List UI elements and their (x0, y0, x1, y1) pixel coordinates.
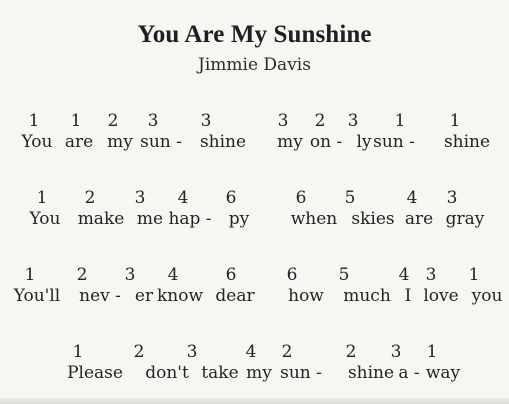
note-number: 1 (72, 342, 84, 362)
lyric-syllable: love (423, 286, 459, 306)
lyric-syllable: how (288, 286, 324, 306)
lyric-syllable: You'll (13, 286, 61, 306)
note-number: 4 (177, 188, 189, 208)
note-number: 2 (76, 265, 88, 285)
lyric-syllable: when (290, 209, 338, 229)
note-number: 1 (449, 111, 461, 131)
note-number: 2 (345, 342, 357, 362)
lyric-syllable: skies (351, 209, 395, 229)
note-number: 2 (84, 188, 96, 208)
note-number: 3 (134, 188, 146, 208)
note-number: 6 (295, 188, 307, 208)
note-number: 1 (70, 111, 82, 131)
lyrics-sheet: You Are My Sunshine Jimmie Davis 1 1 2 3 3 3 2… (0, 0, 509, 404)
note-number: 3 (390, 342, 402, 362)
note-number: 3 (200, 111, 212, 131)
lyric-syllable: my (107, 132, 133, 152)
note-number: 4 (167, 265, 179, 285)
note-number: 3 (124, 265, 136, 285)
lyric-syllable: er (134, 286, 154, 306)
note-number: 6 (225, 265, 237, 285)
lyric-syllable: You (29, 209, 61, 229)
lyric-syllable: sun - (373, 132, 415, 152)
note-number: 4 (406, 188, 418, 208)
note-number: 3 (446, 188, 458, 208)
lyric-syllable: sun - (280, 363, 322, 383)
lyric-syllable: way (425, 363, 461, 383)
lyric-syllable: py (228, 209, 250, 229)
lyric-syllable: me (136, 209, 164, 229)
note-number: 3 (147, 111, 159, 131)
lyric-syllable: sun - (140, 132, 182, 152)
note-number: 5 (344, 188, 356, 208)
note-number: 3 (425, 265, 437, 285)
lyric-syllable: dear (215, 286, 255, 306)
note-number: 3 (277, 111, 289, 131)
note-number: 4 (245, 342, 257, 362)
note-number: 2 (133, 342, 145, 362)
lyric-syllable: my (246, 363, 272, 383)
lyric-syllable: ly (356, 132, 372, 152)
lyric-syllable: don't (145, 363, 189, 383)
lyric-syllable: on - (309, 132, 343, 152)
lyric-syllable: you (471, 286, 503, 306)
lyric-syllable: You (21, 132, 53, 152)
lyric-syllable: are (64, 132, 94, 152)
lyric-syllable: shine (199, 132, 247, 152)
note-number: 1 (426, 342, 438, 362)
lyric-syllable: shine (443, 132, 491, 152)
lyric-syllable: nev - (79, 286, 121, 306)
note-number: 3 (186, 342, 198, 362)
note-number: 1 (394, 111, 406, 131)
lyric-syllable: my (277, 132, 303, 152)
note-number: 1 (24, 265, 36, 285)
lyric-syllable: Please (67, 363, 123, 383)
page-bottom-edge (0, 398, 509, 404)
lyric-syllable: a - (398, 363, 420, 383)
note-number: 2 (281, 342, 293, 362)
note-number: 6 (225, 188, 237, 208)
lyric-syllable: are (404, 209, 434, 229)
note-number: 2 (107, 111, 119, 131)
note-number: 5 (338, 265, 350, 285)
note-number: 4 (398, 265, 410, 285)
note-number: 2 (314, 111, 326, 131)
note-number: 1 (28, 111, 40, 131)
note-number: 3 (347, 111, 359, 131)
note-number: 6 (286, 265, 298, 285)
composer-name: Jimmie Davis (198, 55, 311, 75)
lyric-syllable: I (404, 286, 412, 306)
lyric-syllable: make (77, 209, 125, 229)
lyric-syllable: know (156, 286, 204, 306)
note-number: 1 (36, 188, 48, 208)
lyric-syllable: much (343, 286, 391, 306)
lyric-syllable: gray (445, 209, 485, 229)
note-number: 1 (468, 265, 480, 285)
lyric-syllable: shine (347, 363, 395, 383)
song-title: You Are My Sunshine (137, 21, 372, 48)
lyric-syllable: hap - (168, 209, 212, 229)
lyric-syllable: take (201, 363, 239, 383)
